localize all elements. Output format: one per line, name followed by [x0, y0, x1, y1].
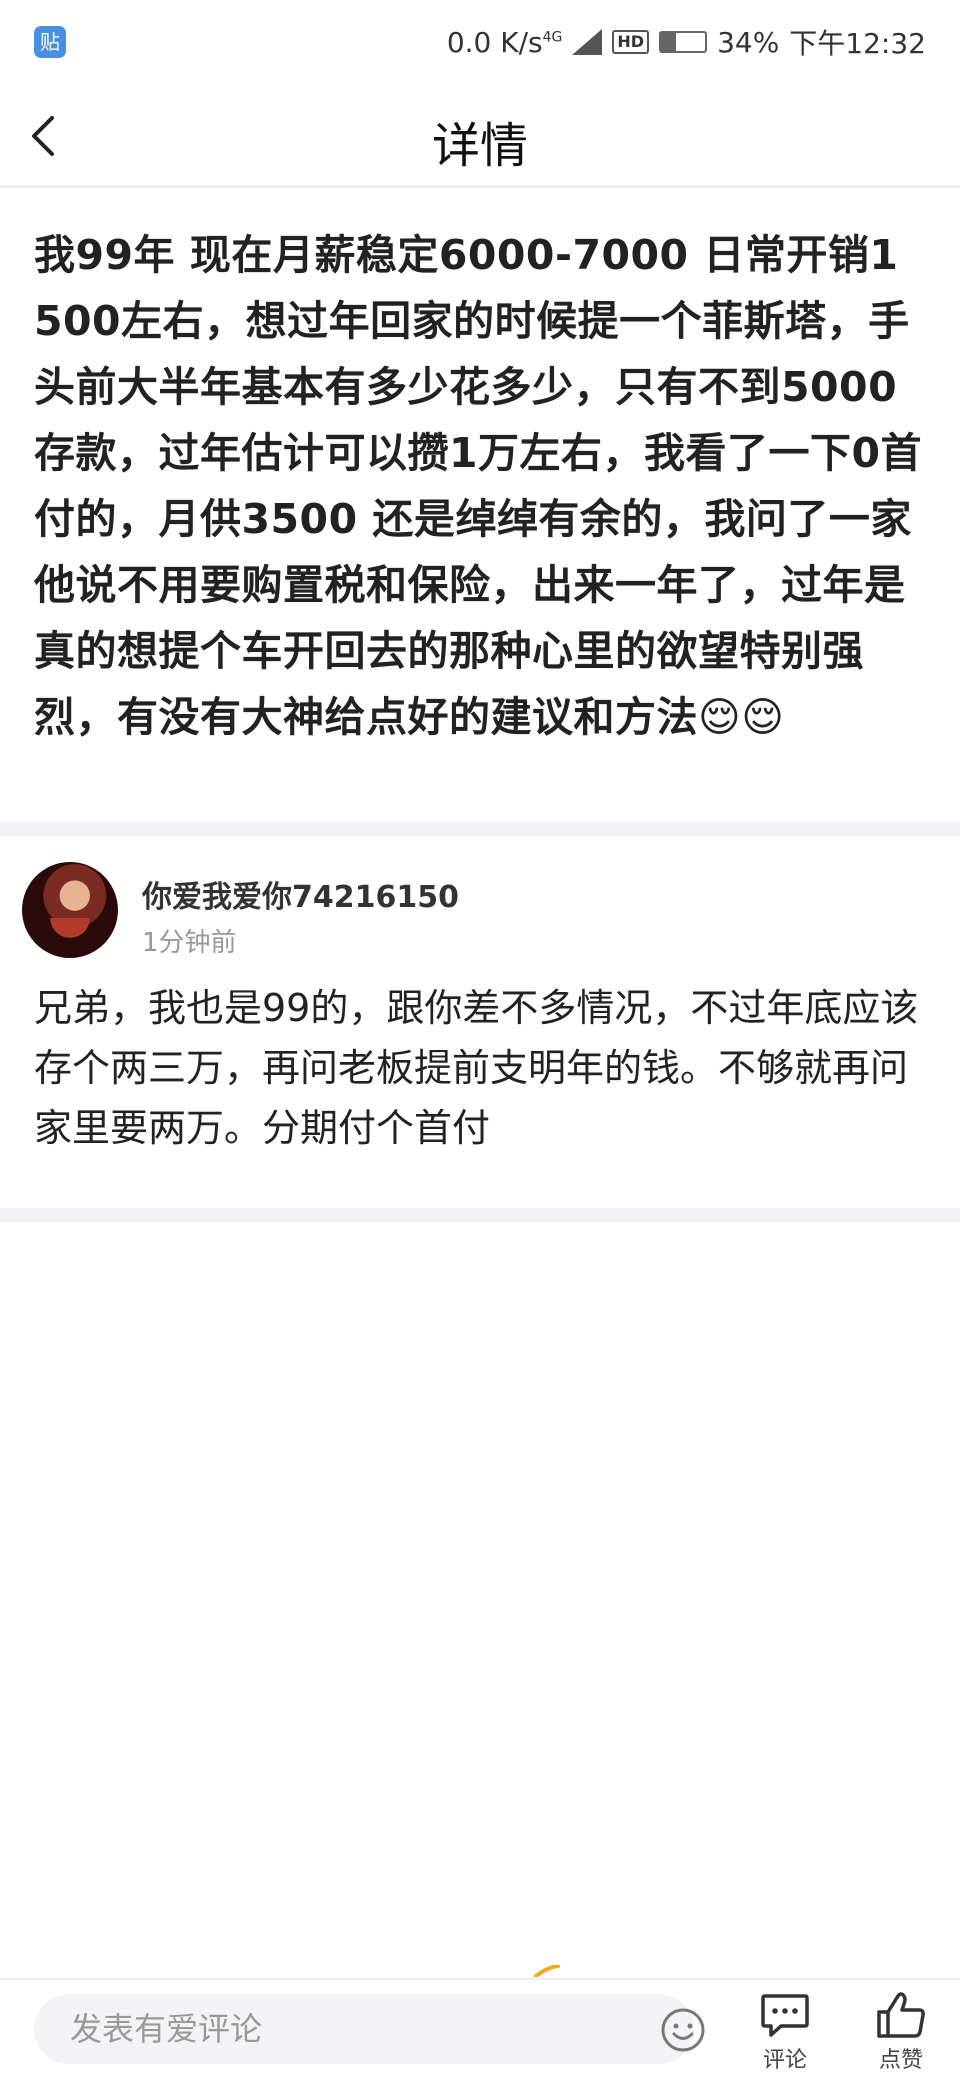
nav-bar: 详情	[0, 84, 960, 188]
comment-input[interactable]: 发表有爱评论	[34, 1994, 705, 2064]
like-button-label: 点赞	[878, 2048, 923, 2073]
status-bar: 贴 0.0 K/s4G HD 34% 下午12:32	[0, 0, 960, 84]
hd-badge: HD	[612, 30, 650, 54]
network-type: 4G	[542, 29, 563, 46]
post-content: 我99年 现在月薪稳定6000-7000 日常开销1500左右，想过年回家的时候…	[34, 231, 923, 741]
emoji-icon[interactable]	[660, 2007, 706, 2053]
comment-button[interactable]: 评论	[740, 1990, 830, 2078]
like-button[interactable]: 点赞	[856, 1990, 946, 2078]
clock-time: 下午12:32	[789, 27, 926, 60]
comment-content: 兄弟，我也是99的，跟你差不多情况，不过年底应该存个两三万，再问老板提前支明年的…	[34, 986, 919, 1150]
comment-username[interactable]: 你爱我爱你74216150	[142, 872, 459, 916]
comment-button-label: 评论	[762, 2048, 807, 2073]
comment-item: 你爱我爱你74216150 1分钟前 兄弟，我也是99的，跟你差不多情况，不过年…	[0, 836, 960, 1208]
comment-time: 1分钟前	[142, 928, 237, 958]
avatar[interactable]	[22, 862, 118, 958]
bottom-bar: 发表有爱评论 评论 点赞	[0, 1978, 960, 2080]
orange-mark-icon	[534, 1965, 560, 1977]
comment-input-placeholder: 发表有爱评论	[70, 2010, 263, 2048]
section-divider	[0, 822, 960, 836]
network-speed: 0.0 K/s4G	[447, 26, 563, 59]
page-title: 详情	[431, 118, 528, 174]
comment-divider	[0, 1208, 960, 1222]
battery-fill	[661, 33, 677, 51]
network-speed-value: 0.0 K/s	[446, 25, 543, 59]
status-right: 0.0 K/s4G HD 34% 下午12:32	[447, 22, 926, 62]
battery-percent: 34%	[717, 25, 780, 59]
page: 贴 0.0 K/s4G HD 34% 下午12:32 详情 我99年 现在月薪稳…	[0, 0, 960, 2080]
battery-icon	[659, 31, 708, 53]
post: 我99年 现在月薪稳定6000-7000 日常开销1500左右，想过年回家的时候…	[0, 188, 960, 822]
thumbs-up-icon	[877, 1992, 925, 2038]
signal-icon	[572, 29, 603, 55]
comment-bubble-icon	[761, 1994, 809, 2037]
app-notification-icon: 贴	[34, 26, 66, 58]
